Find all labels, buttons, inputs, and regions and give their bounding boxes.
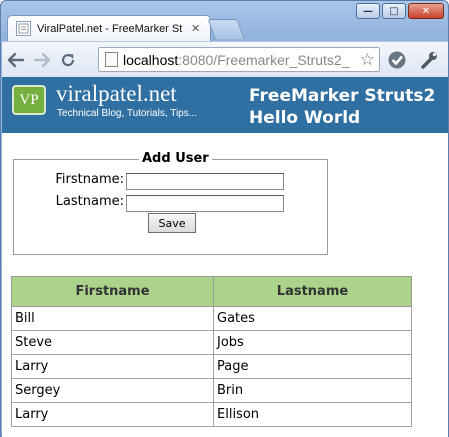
reload-icon[interactable] xyxy=(56,48,80,72)
address-bar[interactable]: localhost:8080/Freemarker_Struts2_ ☆ xyxy=(98,47,380,72)
window-controls: — □ ✕ xyxy=(356,3,444,19)
close-icon[interactable]: ✕ xyxy=(408,3,444,19)
firstname-label: Firstname: xyxy=(55,172,124,187)
site-banner: VP viralpatel.net Technical Blog, Tutori… xyxy=(2,77,448,133)
table-row: Steve Jobs xyxy=(11,330,412,355)
url-path: :8080/Freemarker_Struts2_ xyxy=(178,51,350,68)
forward-icon[interactable] xyxy=(30,48,54,72)
new-tab-button[interactable] xyxy=(207,19,245,39)
url-host: localhost xyxy=(123,51,179,68)
table-row: Bill Gates xyxy=(11,306,412,331)
cell-lastname: Brin xyxy=(213,378,412,403)
cell-firstname: Steve xyxy=(11,330,214,355)
firstname-input[interactable] xyxy=(126,173,284,190)
cell-lastname: Ellison xyxy=(213,402,412,427)
browser-tab[interactable]: ViralPatel.net - FreeMarker St ✕ xyxy=(7,15,211,41)
header-lastname: Lastname xyxy=(213,276,412,307)
site-name[interactable]: viralpatel.net xyxy=(56,81,177,107)
tab-close-icon[interactable]: ✕ xyxy=(191,22,200,35)
fieldset-legend: Add User xyxy=(139,151,212,166)
page-heading: FreeMarker Struts2 Hello World xyxy=(249,86,436,128)
wrench-icon[interactable] xyxy=(418,49,440,71)
lastname-input[interactable] xyxy=(126,195,284,212)
maximize-icon[interactable]: □ xyxy=(382,3,406,19)
tab-title: ViralPatel.net - FreeMarker St xyxy=(37,22,183,35)
table-header-row: Firstname Lastname xyxy=(11,276,412,307)
page-content: VP viralpatel.net Technical Blog, Tutori… xyxy=(2,77,448,437)
page-favicon-icon xyxy=(16,21,31,36)
cell-lastname: Gates xyxy=(213,306,412,331)
table-row: Sergey Brin xyxy=(11,378,412,403)
add-user-fieldset: Add User Firstname: Lastname: Save xyxy=(13,151,328,255)
bookmark-star-icon[interactable]: ☆ xyxy=(360,50,375,70)
save-button[interactable]: Save xyxy=(148,213,196,233)
site-tagline: Technical Blog, Tutorials, Tips... xyxy=(57,108,198,119)
table-row: Larry Page xyxy=(11,354,412,379)
minimize-icon[interactable]: — xyxy=(356,3,380,19)
cell-lastname: Jobs xyxy=(213,330,412,355)
cell-lastname: Page xyxy=(213,354,412,379)
users-table: Firstname Lastname Bill Gates Steve Jobs… xyxy=(11,276,412,427)
lastname-label: Lastname: xyxy=(55,194,124,209)
header-firstname: Firstname xyxy=(11,276,214,307)
cell-firstname: Larry xyxy=(11,354,214,379)
url-text: localhost:8080/Freemarker_Struts2_ xyxy=(123,52,359,68)
table-row: Larry Ellison xyxy=(11,402,412,427)
browser-toolbar: localhost:8080/Freemarker_Struts2_ ☆ xyxy=(2,41,448,77)
extension-check-icon[interactable] xyxy=(386,49,408,71)
page-icon xyxy=(105,52,118,67)
browser-window: — □ ✕ ViralPatel.net - FreeMarker St ✕ l… xyxy=(0,0,449,437)
cell-firstname: Larry xyxy=(11,402,214,427)
site-logo[interactable]: VP xyxy=(12,85,46,115)
cell-firstname: Sergey xyxy=(11,378,214,403)
back-icon[interactable] xyxy=(4,48,28,72)
cell-firstname: Bill xyxy=(11,306,214,331)
